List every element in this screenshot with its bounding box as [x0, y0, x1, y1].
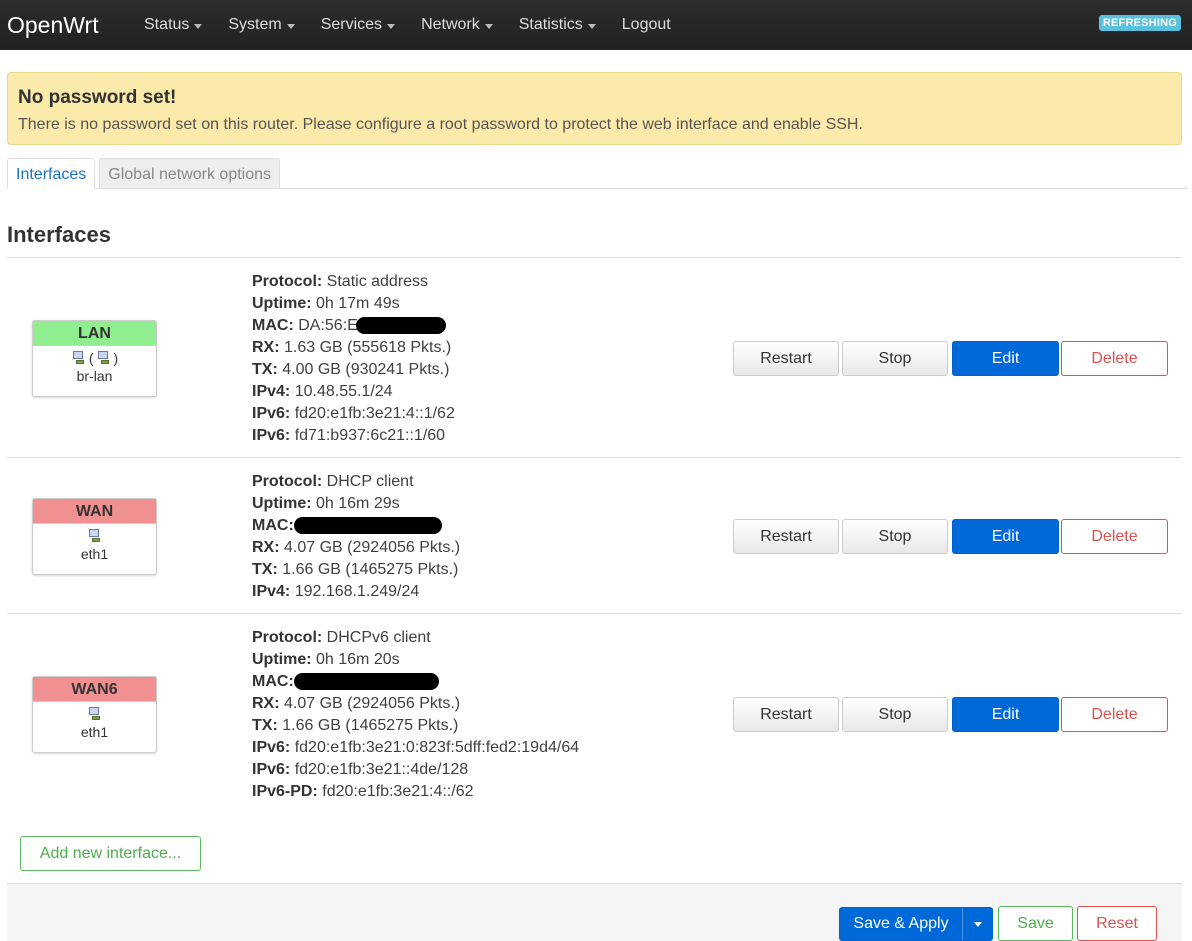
- detail-ipv6: IPv6: fd20:e1fb:3e21::4de/128: [252, 761, 469, 778]
- save-button[interactable]: Save: [998, 906, 1073, 941]
- detail-mac: MAC:: [252, 671, 579, 693]
- interface-details: Protocol: DHCPv6 client Uptime: 0h 16m 2…: [252, 627, 579, 803]
- delete-button[interactable]: Delete: [1061, 341, 1168, 376]
- interface-name: WAN: [33, 499, 156, 524]
- detail-ipv6: IPv6: fd20:e1fb:3e21:4::1/62: [252, 405, 455, 422]
- chevron-down-icon: [387, 23, 396, 29]
- interface-badge-wan6: WAN6 eth1: [32, 676, 157, 753]
- menu-network-label: Network: [421, 16, 480, 33]
- tab-interfaces[interactable]: Interfaces: [7, 158, 96, 189]
- interface-name: WAN6: [33, 677, 156, 702]
- top-navbar: OpenWrt Status System Services Network S…: [0, 0, 1192, 50]
- alert-title: No password set!: [18, 87, 177, 108]
- redacted-mark: [293, 517, 442, 535]
- detail-protocol: Protocol: Static address: [252, 273, 429, 290]
- tab-global-network-options[interactable]: Global network options: [99, 158, 281, 189]
- redacted-mark: [293, 673, 439, 691]
- detail-protocol: Protocol: DHCP client: [252, 473, 414, 490]
- save-apply-dropdown-toggle[interactable]: [963, 908, 992, 940]
- interface-device: eth1: [80, 724, 109, 740]
- interface-badge-lan: LAN ( ) br-lan: [32, 320, 157, 397]
- no-password-alert: No password set! There is no password se…: [7, 72, 1182, 145]
- delete-button[interactable]: Delete: [1061, 519, 1168, 554]
- menu-logout[interactable]: Logout: [622, 0, 671, 50]
- caret-down-icon: [973, 921, 982, 927]
- menu-services[interactable]: Services: [320, 0, 396, 50]
- interface-row-wan6: WAN6 eth1 Protocol: DHCPv6 client Uptime…: [7, 613, 1182, 813]
- paren-close: ): [113, 350, 119, 366]
- add-new-interface-button[interactable]: Add new interface...: [20, 836, 201, 871]
- menu-status-label: Status: [144, 16, 190, 33]
- menu-logout-label: Logout: [621, 16, 671, 33]
- chevron-down-icon: [484, 23, 493, 29]
- chevron-down-icon: [286, 23, 295, 29]
- interface-badge-wan: WAN eth1: [32, 498, 157, 575]
- brand-logo[interactable]: OpenWrt: [7, 0, 144, 50]
- chevron-down-icon: [587, 23, 596, 29]
- ethernet-icon: [96, 350, 112, 366]
- paren-open: (: [88, 350, 94, 366]
- tab-bar: Interfaces Global network options: [7, 158, 1188, 189]
- delete-button[interactable]: Delete: [1061, 697, 1168, 732]
- refreshing-badge[interactable]: REFRESHING: [1098, 15, 1181, 31]
- detail-ipv6-pd: IPv6-PD: fd20:e1fb:3e21:4::/62: [252, 783, 474, 800]
- interface-details: Protocol: Static address Uptime: 0h 17m …: [252, 271, 455, 447]
- detail-uptime: Uptime: 0h 16m 29s: [252, 495, 400, 512]
- interface-details: Protocol: DHCP client Uptime: 0h 16m 29s…: [252, 471, 460, 603]
- detail-tx: TX: 1.66 GB (1465275 Pkts.): [252, 561, 459, 578]
- menu-status[interactable]: Status: [144, 0, 203, 50]
- menu-statistics-label: Statistics: [518, 16, 583, 33]
- detail-tx: TX: 1.66 GB (1465275 Pkts.): [252, 717, 459, 734]
- detail-ipv6: IPv6: fd20:e1fb:3e21:0:823f:5dff:fed2:19…: [252, 739, 580, 756]
- edit-button[interactable]: Edit: [952, 697, 1059, 732]
- detail-ipv4: IPv4: 10.48.55.1/24: [252, 383, 393, 400]
- interface-icons: [33, 527, 156, 545]
- section-title: Interfaces: [7, 222, 111, 247]
- chevron-down-icon: [194, 23, 203, 29]
- interface-device: eth1: [80, 546, 109, 562]
- menu-system-label: System: [228, 16, 282, 33]
- interface-device: br-lan: [76, 368, 113, 384]
- stop-button[interactable]: Stop: [842, 341, 948, 376]
- interface-name: LAN: [33, 321, 156, 346]
- ethernet-icon: [87, 706, 103, 722]
- detail-rx: RX: 1.63 GB (555618 Pkts.): [252, 339, 452, 356]
- main-menu: Status System Services Network Statistic…: [144, 0, 697, 50]
- interface-row-lan: LAN ( ) br-lan Protocol: Static address …: [7, 257, 1182, 457]
- detail-mac: MAC: DA:56:E: [252, 315, 455, 337]
- restart-button[interactable]: Restart: [733, 697, 839, 732]
- reset-button[interactable]: Reset: [1077, 906, 1157, 941]
- edit-button[interactable]: Edit: [952, 341, 1059, 376]
- save-apply-button[interactable]: Save & Apply: [840, 908, 963, 940]
- restart-button[interactable]: Restart: [733, 341, 839, 376]
- save-apply-split-button: Save & Apply: [839, 907, 993, 941]
- menu-statistics[interactable]: Statistics: [519, 0, 596, 50]
- interface-row-wan: WAN eth1 Protocol: DHCP client Uptime: 0…: [7, 457, 1182, 613]
- detail-ipv6: IPv6: fd71:b937:6c21::1/60: [252, 427, 446, 444]
- menu-network[interactable]: Network: [421, 0, 493, 50]
- menu-system[interactable]: System: [228, 0, 295, 50]
- stop-button[interactable]: Stop: [842, 697, 948, 732]
- redacted-mark: [355, 317, 446, 335]
- stop-button[interactable]: Stop: [842, 519, 948, 554]
- detail-mac: MAC:: [252, 515, 460, 537]
- detail-rx: RX: 4.07 GB (2924056 Pkts.): [252, 695, 461, 712]
- edit-button[interactable]: Edit: [952, 519, 1059, 554]
- detail-uptime: Uptime: 0h 16m 20s: [252, 651, 400, 668]
- detail-uptime: Uptime: 0h 17m 49s: [252, 295, 400, 312]
- interface-icons: ( ): [33, 349, 156, 367]
- alert-message: There is no password set on this router.…: [18, 116, 863, 133]
- detail-protocol: Protocol: DHCPv6 client: [252, 629, 431, 646]
- menu-services-label: Services: [320, 16, 383, 33]
- detail-ipv4: IPv4: 192.168.1.249/24: [252, 583, 420, 600]
- detail-tx: TX: 4.00 GB (930241 Pkts.): [252, 361, 450, 378]
- ethernet-icon: [87, 528, 103, 544]
- restart-button[interactable]: Restart: [733, 519, 839, 554]
- bridge-icon: [71, 350, 87, 366]
- interface-icons: [33, 705, 156, 723]
- detail-rx: RX: 4.07 GB (2924056 Pkts.): [252, 539, 461, 556]
